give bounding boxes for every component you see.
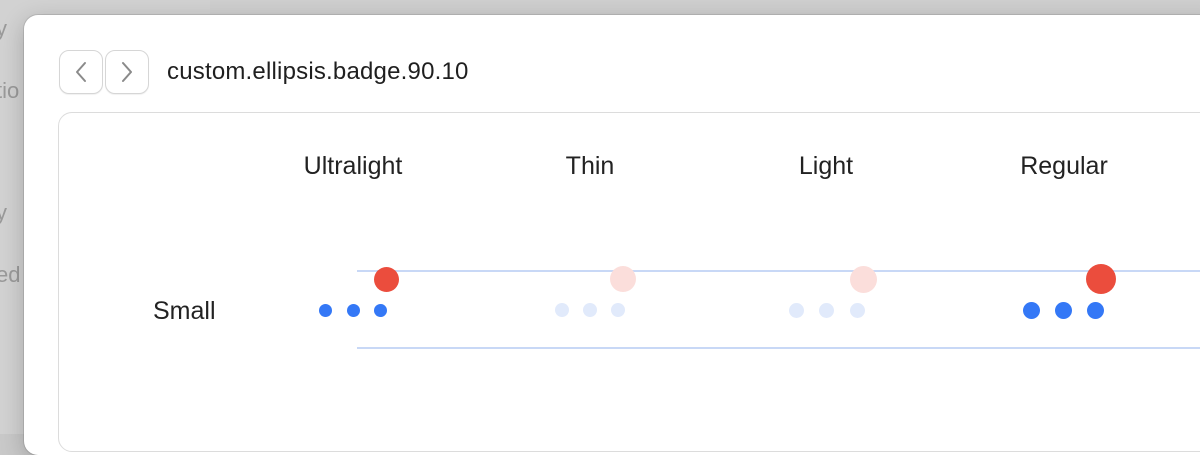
ellipsis-dot: [318, 303, 332, 317]
back-button[interactable]: [59, 50, 103, 94]
badge-dot: [610, 266, 636, 292]
ellipsis-dot: [373, 303, 387, 317]
ellipsis-dot: [611, 303, 625, 317]
ellipsis-dot: [1086, 301, 1104, 319]
badge-dot: [373, 266, 399, 292]
ellipsis-dot: [788, 302, 804, 318]
ellipsis-dot: [346, 303, 360, 317]
column-header-ultralight: Ultralight: [303, 152, 403, 180]
ellipsis-dot: [583, 303, 597, 317]
cap-height-guide: [357, 270, 1200, 272]
chevron-right-icon: [122, 62, 132, 82]
row-label-small: Small: [153, 297, 216, 325]
forward-button[interactable]: [105, 50, 149, 94]
ellipsis-dot: [1054, 301, 1072, 319]
background-window-top: [210, 0, 1200, 16]
background-text-fragment: ed: [0, 262, 21, 287]
column-header-regular: Regular: [1020, 152, 1108, 180]
chevron-left-icon: [76, 62, 86, 82]
column-header-thin: Thin: [565, 152, 615, 180]
ellipsis-dot: [555, 303, 569, 317]
background-text-fragment: y: [0, 16, 7, 41]
ellipsis-dot: [1022, 301, 1040, 319]
badge-dot: [849, 265, 877, 293]
background-text-fragment: y: [0, 200, 7, 225]
background-text-fragment: tio: [0, 78, 20, 103]
badge-dot: [1086, 264, 1116, 294]
ellipsis-dot: [849, 302, 865, 318]
column-header-light: Light: [798, 152, 854, 180]
symbol-title: custom.ellipsis.badge.90.10: [167, 58, 469, 85]
ellipsis-dot: [818, 302, 834, 318]
baseline-guide: [357, 347, 1200, 349]
